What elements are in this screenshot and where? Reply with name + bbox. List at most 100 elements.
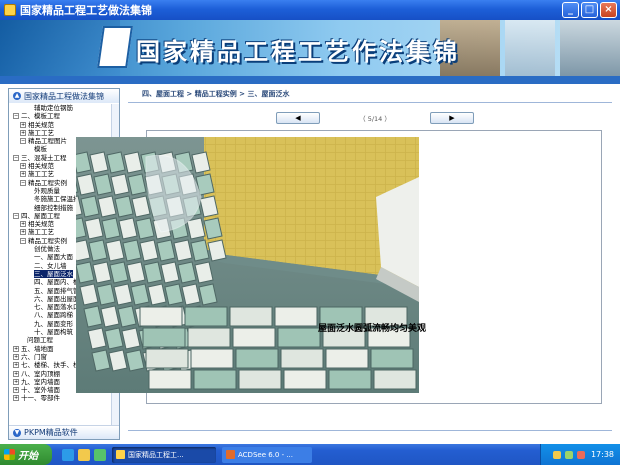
maximize-button[interactable]: □: [581, 2, 598, 18]
expand-icon[interactable]: +: [20, 171, 26, 178]
floor-tile: [328, 369, 372, 390]
collapse-icon[interactable]: ▲: [13, 92, 21, 100]
expand-icon[interactable]: +: [20, 121, 26, 128]
header-banner: 国家精品工程工艺作法集锦: [0, 20, 620, 76]
tree-item-label: 外观质量: [34, 186, 60, 195]
taskbar-item-label: 国家精品工程工...: [128, 450, 184, 459]
expand-icon[interactable]: +: [13, 353, 19, 360]
previous-button[interactable]: ◀: [276, 112, 320, 124]
expand-icon[interactable]: +: [20, 221, 26, 228]
tree-item-label: 相关规范: [28, 120, 54, 129]
expand-icon[interactable]: +: [20, 129, 26, 136]
tree-item[interactable]: + 十一、零部件: [9, 394, 113, 402]
tree-item-label: 精品工程实例: [28, 236, 67, 245]
floor-tile: [148, 369, 192, 390]
folder-icon[interactable]: [78, 448, 90, 461]
expand-icon[interactable]: ▼: [13, 428, 21, 437]
close-button[interactable]: ×: [600, 2, 617, 18]
tree-item[interactable]: + 相关规范: [9, 121, 113, 129]
floor-tile: [145, 348, 189, 369]
tree-item-label: 四、屋面工程: [21, 211, 60, 220]
expand-icon[interactable]: +: [13, 370, 19, 377]
tree-item-label: 模板: [34, 145, 47, 154]
tree-item-label: 五、墙地面: [21, 344, 54, 353]
clock: 17:38: [590, 450, 614, 459]
app-icon: [116, 450, 125, 459]
floor-tile: [280, 348, 324, 369]
floor-tile: [238, 369, 282, 390]
sidebar-header-label: 国家精品工程做法集锦: [24, 91, 104, 101]
collapse-icon[interactable]: −: [20, 179, 26, 186]
expand-icon[interactable]: +: [20, 163, 26, 170]
minimize-button[interactable]: _: [562, 2, 579, 18]
quick-launch: [62, 448, 106, 461]
banner-divider: [0, 76, 620, 84]
media-icon[interactable]: [94, 448, 106, 461]
tree-item-label: 十一、零部件: [21, 394, 60, 403]
collapse-icon[interactable]: −: [20, 237, 26, 244]
tree-item-label: 施工工艺: [28, 228, 54, 237]
tree-item-label: 一、屋面大面: [34, 253, 73, 262]
tree-item-label: 创优做法: [34, 245, 60, 254]
tree-item-label: 九、室内墙面: [21, 377, 60, 386]
tree-item-label: 七、屋面落水口: [34, 303, 80, 312]
tree-item[interactable]: + 施工工艺: [9, 129, 113, 137]
system-tray: 17:38: [540, 444, 620, 465]
expand-icon[interactable]: +: [13, 362, 19, 369]
tree-item-label: 十、室外墙面: [21, 386, 60, 395]
tree-item-label: 细部控制措施: [34, 203, 73, 212]
start-button[interactable]: 开始: [0, 444, 52, 465]
expand-icon[interactable]: +: [13, 387, 19, 394]
tree-item-label: 辅助定位钢筋: [34, 104, 73, 112]
taskbar-item[interactable]: ACDSee 6.0 - ...: [222, 446, 312, 463]
divider: [128, 430, 612, 431]
collapse-icon[interactable]: −: [13, 113, 19, 120]
window-title-bar[interactable]: 国家精品工程工艺做法集锦 _ □ ×: [0, 0, 620, 20]
expand-icon[interactable]: +: [20, 229, 26, 236]
tray-icon[interactable]: [552, 450, 561, 459]
collapse-icon[interactable]: −: [13, 212, 19, 219]
taskbar: 开始 国家精品工程工... ACDSee 6.0 - ... 17:38: [0, 444, 620, 465]
collapse-icon[interactable]: −: [20, 138, 26, 145]
image-navigation: ◀ （ 5/14 ） ▶: [276, 112, 474, 126]
tree-item-label: 相关规范: [28, 220, 54, 229]
banner-photo: [505, 20, 555, 76]
browser-icon[interactable]: [62, 448, 74, 461]
floor-tile: [193, 369, 237, 390]
expand-icon[interactable]: +: [13, 345, 19, 352]
sidebar-footer[interactable]: ▼ PKPM精品软件: [9, 425, 119, 439]
tree-item-label: 八、室内顶棚: [21, 369, 60, 378]
start-label: 开始: [18, 451, 38, 462]
divider: [128, 102, 612, 103]
sidebar-header[interactable]: ▲ 国家精品工程做法集锦: [9, 89, 119, 103]
breadcrumb: 四、屋面工程 > 精品工程实例 > 三、屋面泛水: [142, 90, 290, 98]
tree-item-label: 三、混凝土工程: [21, 153, 67, 162]
floor-tile: [235, 348, 279, 369]
next-button[interactable]: ▶: [430, 112, 474, 124]
tree-item-label: 精品工程图片: [28, 137, 67, 146]
tray-icon[interactable]: [576, 450, 585, 459]
tree-item-label: 六、门窗: [21, 352, 47, 361]
tree-item-label: 施工工艺: [28, 170, 54, 179]
expand-icon[interactable]: +: [13, 378, 19, 385]
floor-tile: [283, 369, 327, 390]
tree-item[interactable]: − 二、模板工程: [9, 112, 113, 120]
floor-tile: [373, 369, 417, 390]
app-icon: [4, 4, 16, 16]
tree-item-label: 十、屋面构筑: [34, 328, 73, 337]
page-indicator: （ 5/14 ）: [359, 115, 391, 123]
photo-drawing: [76, 137, 419, 393]
floor-tile: [190, 348, 234, 369]
tree-item-label: 三、屋面泛水: [34, 269, 73, 278]
collapse-icon[interactable]: −: [13, 154, 19, 161]
roof-flashing-photo: [76, 137, 419, 393]
tree-item-label: 问题工程: [27, 336, 53, 345]
tree-item-label: 六、屋面出屋面: [34, 294, 80, 303]
tray-icon[interactable]: [564, 450, 573, 459]
taskbar-item[interactable]: 国家精品工程工...: [112, 446, 216, 463]
photo-caption: 屋面泛水圆弧流畅均匀美观: [317, 324, 426, 334]
window-controls: _ □ ×: [562, 2, 617, 18]
acdsee-icon: [226, 450, 235, 459]
expand-icon[interactable]: +: [13, 395, 19, 402]
tree-item-label: 精品工程实例: [28, 178, 67, 187]
